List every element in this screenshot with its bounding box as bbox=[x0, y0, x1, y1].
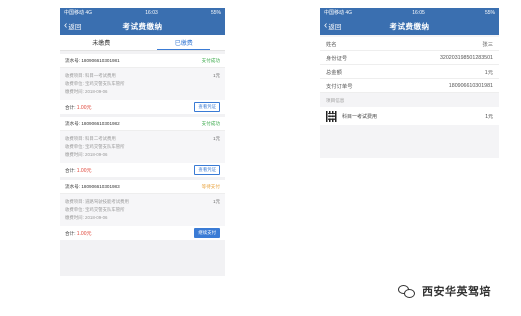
time-label: 缴费时间: bbox=[65, 152, 84, 157]
status-bar: 中国移动 4G 16:05 55% bbox=[320, 8, 499, 17]
info-value: 180906610301981 bbox=[448, 82, 493, 89]
project-item[interactable]: 科目一考试费用 1元 bbox=[320, 107, 499, 125]
info-row-total: 总金额 1元 bbox=[320, 65, 499, 79]
item-value: 道路驾驶技能考试费用 bbox=[85, 199, 129, 204]
info-row-name: 姓名 张三 bbox=[320, 37, 499, 51]
card-footer: 合计: 1.00元 继续支付 bbox=[60, 226, 225, 240]
card-header: 流水号: 180906610301982 支付成功 bbox=[60, 117, 225, 131]
serial-label: 流水号: bbox=[65, 183, 81, 189]
wechat-watermark: 西安华英驾培 bbox=[398, 283, 491, 299]
view-receipt-button[interactable]: 查看凭证 bbox=[194, 102, 220, 112]
nav-bar: ‹ 返回 考试费缴纳 bbox=[60, 17, 225, 35]
serial-number: 180906610301982 bbox=[81, 120, 120, 126]
unit-label: 收费单位: bbox=[65, 81, 84, 86]
card-header: 流水号: 180906610301983 等待支付 bbox=[60, 180, 225, 194]
info-value: 张三 bbox=[482, 41, 493, 48]
unit-value: 宝鸡交警支队车管所 bbox=[85, 81, 125, 86]
info-label: 姓名 bbox=[326, 41, 337, 48]
info-label: 总金额 bbox=[326, 69, 342, 76]
battery-text: 55% bbox=[484, 9, 495, 16]
tab-unpaid[interactable]: 未缴费 bbox=[60, 35, 143, 50]
payment-detail-screen: 中国移动 4G 16:05 55% ‹ 返回 考试费缴纳 姓名 张三 身份证号 … bbox=[320, 8, 499, 158]
item-value: 科目一考试费用 bbox=[85, 73, 116, 78]
item-amount: 1元 bbox=[213, 199, 220, 204]
total-amount: 1.00元 bbox=[76, 104, 92, 111]
status-badge: 支付成功 bbox=[201, 57, 220, 63]
item-value: 科目二考试费用 bbox=[85, 136, 116, 141]
unit-value: 宝鸡交警支队车管所 bbox=[85, 207, 125, 212]
card-header: 流水号: 180906610301981 支付成功 bbox=[60, 54, 225, 68]
nav-bar: ‹ 返回 考试费缴纳 bbox=[320, 17, 499, 35]
network-text: 4G bbox=[345, 10, 353, 16]
page-title: 考试费缴纳 bbox=[389, 21, 430, 31]
card-body: 收费项目: 科目二考试费用 收费单位: 宝鸡交警支队车管所 缴费时间: 2018-0… bbox=[60, 131, 225, 163]
qr-code-icon bbox=[326, 110, 337, 122]
back-label: 返回 bbox=[68, 24, 82, 31]
clock-text: 16:05 bbox=[412, 9, 425, 16]
continue-pay-button[interactable]: 继续支付 bbox=[194, 228, 220, 238]
card-body: 收费项目: 道路驾驶技能考试费用 收费单位: 宝鸡交警支队车管所 缴费时间: 201… bbox=[60, 194, 225, 226]
info-row-id-number: 身份证号 320203198501283501 bbox=[320, 51, 499, 65]
item-amount: 1元 bbox=[213, 73, 220, 78]
info-label: 支付订单号 bbox=[326, 83, 353, 90]
item-label: 收费项目: bbox=[65, 73, 84, 78]
info-row-order-number: 支付订单号 180906610301981 bbox=[320, 79, 499, 93]
watermark-text: 西安华英驾培 bbox=[422, 286, 491, 298]
item-label: 收费项目: bbox=[65, 199, 84, 204]
time-label: 缴费时间: bbox=[65, 89, 84, 94]
status-badge: 等待支付 bbox=[201, 183, 220, 189]
chevron-left-icon: ‹ bbox=[324, 20, 328, 31]
status-bar: 中国移动 4G 16:03 55% bbox=[60, 8, 225, 17]
clock-text: 16:03 bbox=[145, 9, 158, 16]
unit-label: 收费单位: bbox=[65, 207, 84, 212]
unit-label: 收费单位: bbox=[65, 144, 84, 149]
tab-paid[interactable]: 已缴费 bbox=[143, 35, 226, 50]
project-name: 科目一考试费用 bbox=[342, 113, 378, 120]
total-label: 合计: bbox=[65, 230, 76, 236]
payment-card: 流水号: 180906610301982 支付成功收费项目: 科目二考试费用 收费单… bbox=[60, 117, 225, 177]
serial-number: 180906610301981 bbox=[81, 57, 120, 63]
battery-text: 55% bbox=[210, 9, 221, 16]
time-label: 缴费时间: bbox=[65, 215, 84, 220]
time-value: 2018-09-06 bbox=[85, 215, 108, 220]
total-amount: 1.00元 bbox=[76, 167, 92, 174]
status-badge: 支付成功 bbox=[201, 120, 220, 126]
unit-value: 宝鸡交警支队车管所 bbox=[85, 144, 125, 149]
back-button[interactable]: ‹ 返回 bbox=[324, 17, 341, 35]
wechat-icon bbox=[398, 285, 416, 298]
item-label: 收费项目: bbox=[65, 136, 84, 141]
total-label: 合计: bbox=[65, 104, 76, 110]
serial-label: 流水号: bbox=[65, 120, 81, 126]
card-footer: 合计: 1.00元 查看凭证 bbox=[60, 100, 225, 114]
time-value: 2018-09-06 bbox=[85, 89, 108, 94]
carrier-text: 中国移动 bbox=[64, 10, 85, 16]
time-value: 2018-09-06 bbox=[85, 152, 108, 157]
serial-label: 流水号: bbox=[65, 57, 81, 63]
info-value: 320203198501283501 bbox=[439, 54, 493, 61]
info-value: 1元 bbox=[484, 69, 493, 76]
info-label: 身份证号 bbox=[326, 55, 348, 62]
chevron-left-icon: ‹ bbox=[64, 20, 68, 31]
payment-list-screen: 中国移动 4G 16:03 55% ‹ 返回 考试费缴纳 未缴费 已缴费 流水号… bbox=[60, 8, 225, 276]
tab-bar: 未缴费 已缴费 bbox=[60, 35, 225, 51]
payment-card: 流水号: 180906610301981 支付成功收费项目: 科目一考试费用 收费单… bbox=[60, 54, 225, 114]
payment-info: 姓名 张三 身份证号 320203198501283501 总金额 1元 支付订… bbox=[320, 37, 499, 93]
section-label: 项目信息 bbox=[326, 98, 345, 103]
carrier-text: 中国移动 bbox=[324, 10, 345, 16]
back-label: 返回 bbox=[328, 24, 342, 31]
network-text: 4G bbox=[85, 10, 93, 16]
page-title: 考试费缴纳 bbox=[122, 21, 163, 31]
total-amount: 1.00元 bbox=[76, 230, 92, 237]
view-receipt-button[interactable]: 查看凭证 bbox=[194, 165, 220, 175]
serial-number: 180906610301983 bbox=[81, 183, 120, 189]
item-amount: 1元 bbox=[213, 136, 220, 141]
card-body: 收费项目: 科目一考试费用 收费单位: 宝鸡交警支队车管所 缴费时间: 2018-0… bbox=[60, 68, 225, 100]
back-button[interactable]: ‹ 返回 bbox=[64, 17, 81, 35]
project-amount: 1元 bbox=[485, 113, 493, 120]
card-footer: 合计: 1.00元 查看凭证 bbox=[60, 163, 225, 177]
payment-card: 流水号: 180906610301983 等待支付收费项目: 道路驾驶技能考试费用… bbox=[60, 180, 225, 240]
total-label: 合计: bbox=[65, 167, 76, 173]
